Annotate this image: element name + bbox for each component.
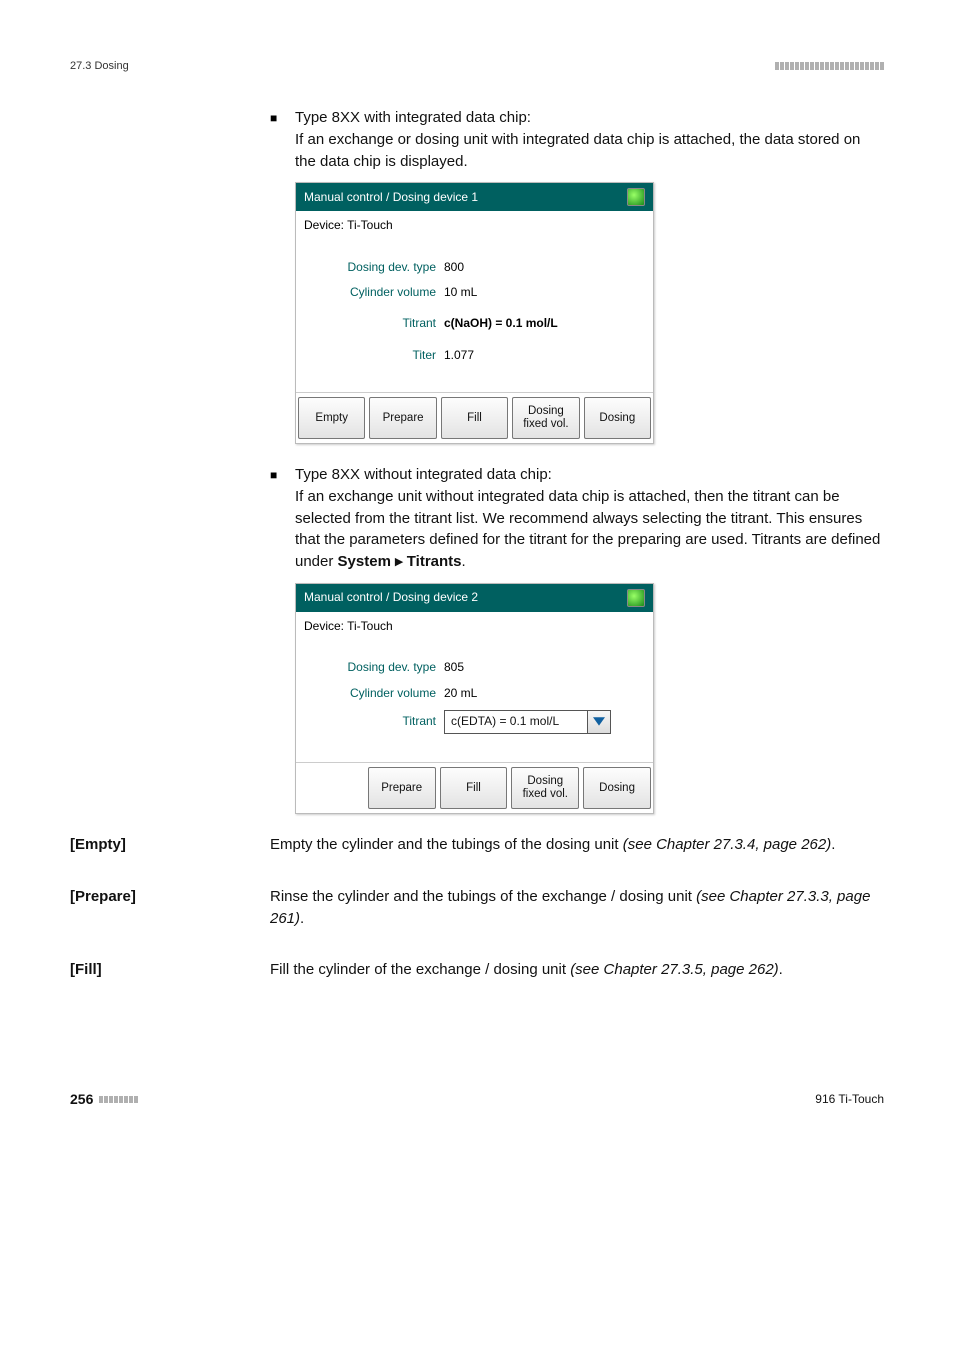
dosing-fixed-vol-button[interactable]: Dosing fixed vol. [512,397,579,439]
bullet1-text: If an exchange or dosing unit with integ… [295,131,860,170]
footer-bars [99,1096,138,1103]
shot2-dev-val: 805 [444,659,464,676]
def-fill-desc: Fill the cylinder of the exchange / dosi… [270,959,884,981]
header-bars [775,62,884,70]
def-fill-term: [Fill] [70,959,270,981]
bullet2-title: Type 8XX without integrated data chip: [295,466,552,483]
status-lamp-icon [627,188,645,206]
shot2-dev-label: Dosing dev. type [306,659,444,676]
def-prepare-term: [Prepare] [70,886,270,930]
fill-button[interactable]: Fill [441,397,508,439]
chevron-down-icon[interactable] [587,711,610,733]
dosing-button[interactable]: Dosing [584,397,651,439]
prepare-button[interactable]: Prepare [369,397,436,439]
dosing-fixed-vol-button[interactable]: Dosing fixed vol. [511,767,579,809]
shot1-titer-val: 1.077 [444,347,474,364]
shot1-cyl-val: 10 mL [444,284,477,301]
shot2-cyl-val: 20 mL [444,685,477,702]
shot1-dev-label: Dosing dev. type [306,259,444,276]
shot2-title: Manual control / Dosing device 2 [304,589,478,606]
bullet2-text-bold: System ▸ Titrants [338,553,462,570]
shot1-cyl-label: Cylinder volume [306,284,444,301]
status-lamp-icon [627,589,645,607]
shot2-device: Device: Ti-Touch [296,612,653,637]
titrant-dropdown-value: c(EDTA) = 0.1 mol/L [445,713,587,730]
page-number: 256 [70,1091,93,1107]
titrant-dropdown[interactable]: c(EDTA) = 0.1 mol/L [444,710,611,734]
bullet-icon: ■ [270,107,295,172]
shot1-dev-val: 800 [444,259,464,276]
shot1-titrant-val: c(NaOH) = 0.1 mol/L [444,315,558,332]
footer-product: 916 Ti-Touch [815,1092,884,1106]
shot2-cyl-label: Cylinder volume [306,685,444,702]
bullet1-title: Type 8XX with integrated data chip: [295,109,531,126]
screenshot-dosing-device-1: Manual control / Dosing device 1 Device:… [295,182,654,444]
dosing-button[interactable]: Dosing [583,767,651,809]
empty-slot [298,767,364,809]
prepare-button[interactable]: Prepare [368,767,436,809]
shot1-title: Manual control / Dosing device 1 [304,189,478,206]
shot1-titrant-label: Titrant [306,315,444,332]
section-header: 27.3 Dosing [70,60,129,72]
bullet-icon: ■ [270,464,295,573]
def-empty-term: [Empty] [70,834,270,856]
shot2-titrant-label: Titrant [306,713,444,730]
fill-button[interactable]: Fill [440,767,508,809]
screenshot-dosing-device-2: Manual control / Dosing device 2 Device:… [295,583,654,814]
def-prepare-desc: Rinse the cylinder and the tubings of th… [270,886,884,930]
def-empty-desc: Empty the cylinder and the tubings of th… [270,834,884,856]
bullet2-text-c: . [462,553,466,570]
shot1-titer-label: Titer [306,347,444,364]
empty-button[interactable]: Empty [298,397,365,439]
shot1-device: Device: Ti-Touch [296,211,653,236]
